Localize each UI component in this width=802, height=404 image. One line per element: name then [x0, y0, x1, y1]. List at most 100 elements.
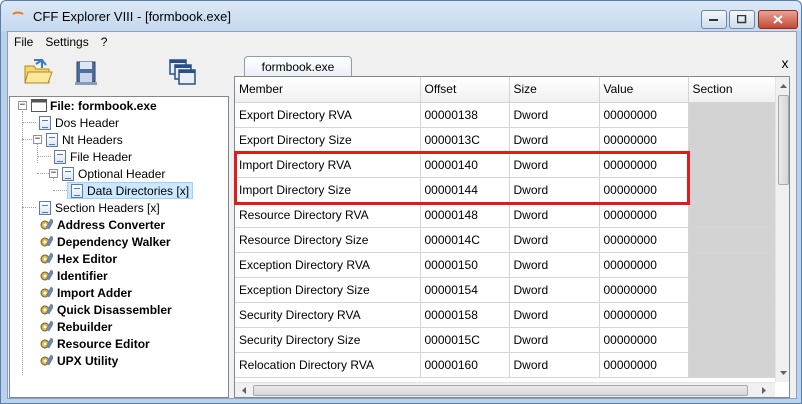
- cell-offset[interactable]: 0000015C: [420, 327, 510, 353]
- cell-value[interactable]: 00000000: [599, 252, 689, 278]
- cell-size[interactable]: Dword: [509, 127, 600, 153]
- tree-item-file-header[interactable]: File Header: [54, 148, 132, 165]
- table-row[interactable]: Import Directory Size 00000144 Dword 000…: [235, 177, 776, 203]
- cell-value[interactable]: 00000000: [599, 177, 689, 203]
- cell-value[interactable]: 00000000: [599, 127, 689, 153]
- table-row[interactable]: Resource Directory RVA 00000148 Dword 00…: [235, 202, 776, 228]
- cell-offset[interactable]: 00000148: [420, 202, 510, 228]
- cell-member[interactable]: Exception Directory RVA: [235, 252, 421, 278]
- cell-value[interactable]: 00000000: [599, 352, 689, 378]
- cell-section[interactable]: [688, 102, 776, 128]
- cell-member[interactable]: Security Directory Size: [235, 327, 421, 353]
- cell-size[interactable]: Dword: [509, 102, 600, 128]
- cell-value[interactable]: 00000000: [599, 327, 689, 353]
- cell-section[interactable]: [688, 127, 776, 153]
- scroll-up-icon[interactable]: [776, 79, 790, 93]
- cell-section[interactable]: [688, 252, 776, 278]
- column-header-value[interactable]: Value: [599, 77, 689, 103]
- tree-item-rebuilder[interactable]: Rebuilder: [39, 318, 112, 335]
- cell-section[interactable]: [688, 302, 776, 328]
- vertical-scrollbar[interactable]: [775, 77, 790, 382]
- cell-value[interactable]: 00000000: [599, 227, 689, 253]
- cell-size[interactable]: Dword: [509, 152, 600, 178]
- tree-item-upx-utility[interactable]: UPX Utility: [39, 352, 118, 369]
- navigation-tree[interactable]: − File: formbook.exe Dos Header − Nt Hea…: [9, 96, 229, 398]
- cell-member[interactable]: Security Directory RVA: [235, 302, 421, 328]
- column-header-member[interactable]: Member: [235, 77, 421, 103]
- collapse-optional-header-icon[interactable]: −: [49, 169, 58, 178]
- tree-item-hex-editor[interactable]: Hex Editor: [39, 250, 117, 267]
- cell-offset[interactable]: 00000138: [420, 102, 510, 128]
- table-row[interactable]: Exception Directory RVA 00000150 Dword 0…: [235, 252, 776, 278]
- tree-item-import-adder[interactable]: Import Adder: [39, 284, 132, 301]
- windows-button[interactable]: [166, 56, 198, 88]
- cell-member[interactable]: Export Directory RVA: [235, 102, 421, 128]
- table-row[interactable]: Import Directory RVA 00000140 Dword 0000…: [235, 152, 776, 178]
- collapse-nt-headers-icon[interactable]: −: [33, 135, 42, 144]
- open-button[interactable]: [22, 56, 54, 88]
- save-button[interactable]: [70, 56, 102, 88]
- table-row[interactable]: Resource Directory Size 0000014C Dword 0…: [235, 227, 776, 253]
- table-row[interactable]: Export Directory RVA 00000138 Dword 0000…: [235, 102, 776, 128]
- cell-value[interactable]: 00000000: [599, 277, 689, 303]
- collapse-root-icon[interactable]: −: [18, 101, 27, 110]
- tree-item-identifier[interactable]: Identifier: [39, 267, 108, 284]
- menu-help[interactable]: ?: [95, 35, 114, 49]
- cell-size[interactable]: Dword: [509, 252, 600, 278]
- cell-section[interactable]: [688, 277, 776, 303]
- column-header-offset[interactable]: Offset: [420, 77, 510, 103]
- close-tab-button[interactable]: x: [778, 56, 792, 70]
- maximize-button[interactable]: [729, 10, 755, 29]
- menu-settings[interactable]: Settings: [39, 35, 94, 49]
- tree-item-address-converter[interactable]: Address Converter: [39, 216, 165, 233]
- close-window-button[interactable]: [758, 10, 798, 29]
- scroll-down-icon[interactable]: [776, 366, 790, 380]
- tab-formbook[interactable]: formbook.exe: [244, 56, 352, 77]
- cell-section[interactable]: [688, 327, 776, 353]
- cell-value[interactable]: 00000000: [599, 202, 689, 228]
- table-row[interactable]: Relocation Directory RVA 00000160 Dword …: [235, 352, 776, 378]
- cell-offset[interactable]: 00000150: [420, 252, 510, 278]
- cell-member[interactable]: Resource Directory Size: [235, 227, 421, 253]
- cell-offset[interactable]: 00000140: [420, 152, 510, 178]
- cell-offset[interactable]: 00000158: [420, 302, 510, 328]
- tree-item-quick-disassembler[interactable]: Quick Disassembler: [39, 301, 172, 318]
- tree-item-optional-header[interactable]: Optional Header: [62, 165, 165, 182]
- cell-section[interactable]: [688, 177, 776, 203]
- cell-value[interactable]: 00000000: [599, 152, 689, 178]
- tree-item-section-headers[interactable]: Section Headers [x]: [39, 199, 160, 216]
- tree-item-nt-headers[interactable]: Nt Headers: [46, 131, 123, 148]
- cell-size[interactable]: Dword: [509, 177, 600, 203]
- vertical-scroll-thumb[interactable]: [778, 95, 789, 185]
- cell-offset[interactable]: 00000160: [420, 352, 510, 378]
- tree-item-data-directories[interactable]: Data Directories [x]: [67, 182, 194, 199]
- table-row[interactable]: Export Directory Size 0000013C Dword 000…: [235, 127, 776, 153]
- cell-member[interactable]: Export Directory Size: [235, 127, 421, 153]
- menu-file[interactable]: File: [8, 35, 39, 49]
- cell-size[interactable]: Dword: [509, 302, 600, 328]
- cell-member[interactable]: Import Directory Size: [235, 177, 421, 203]
- column-header-size[interactable]: Size: [509, 77, 600, 103]
- cell-size[interactable]: Dword: [509, 202, 600, 228]
- cell-section[interactable]: [688, 152, 776, 178]
- cell-member[interactable]: Resource Directory RVA: [235, 202, 421, 228]
- cell-section[interactable]: [688, 227, 776, 253]
- minimize-button[interactable]: [701, 10, 727, 29]
- horizontal-scroll-thumb[interactable]: [253, 385, 748, 396]
- cell-member[interactable]: Import Directory RVA: [235, 152, 421, 178]
- data-directories-grid[interactable]: Member Offset Size Value Section Export …: [234, 76, 790, 398]
- cell-member[interactable]: Exception Directory Size: [235, 277, 421, 303]
- cell-offset[interactable]: 00000154: [420, 277, 510, 303]
- cell-offset[interactable]: 0000014C: [420, 227, 510, 253]
- scroll-left-icon[interactable]: [237, 383, 251, 398]
- horizontal-scrollbar[interactable]: [235, 382, 775, 397]
- cell-section[interactable]: [688, 352, 776, 378]
- cell-value[interactable]: 00000000: [599, 102, 689, 128]
- column-header-section[interactable]: Section: [688, 77, 776, 103]
- cell-size[interactable]: Dword: [509, 227, 600, 253]
- cell-offset[interactable]: 0000013C: [420, 127, 510, 153]
- table-row[interactable]: Security Directory Size 0000015C Dword 0…: [235, 327, 776, 353]
- cell-member[interactable]: Relocation Directory RVA: [235, 352, 421, 378]
- table-row[interactable]: Security Directory RVA 00000158 Dword 00…: [235, 302, 776, 328]
- scroll-right-icon[interactable]: [757, 383, 771, 398]
